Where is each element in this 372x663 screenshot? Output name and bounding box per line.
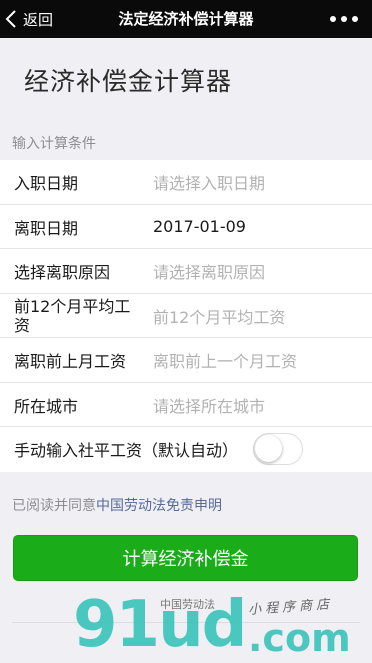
watermark-script-text: 小程序商店 — [247, 597, 334, 618]
more-dot-icon — [352, 16, 358, 22]
city-row[interactable]: 所在城市 请选择所在城市 — [0, 383, 372, 427]
leave-date-row[interactable]: 离职日期 2017-01-09 — [0, 205, 372, 249]
last-salary-input[interactable]: 离职前上一个月工资 — [153, 338, 297, 382]
leave-reason-row[interactable]: 选择离职原因 请选择离职原因 — [0, 249, 372, 294]
avg-salary-label: 前12个月平均工资 — [14, 296, 131, 335]
page-title: 经济补偿金计算器 — [24, 67, 233, 96]
disclaimer-link[interactable]: 中国劳动法免责申明 — [96, 498, 222, 514]
manual-avg-row: 手动输入社平工资（默认自动） — [0, 427, 372, 472]
chevron-left-icon — [5, 10, 16, 28]
avg-salary-input[interactable]: 前12个月平均工资 — [153, 294, 285, 338]
hire-date-row[interactable]: 入职日期 请选择入职日期 — [0, 160, 372, 205]
hire-date-label: 入职日期 — [14, 174, 79, 193]
agreement-prefix: 已阅读并同意 — [12, 498, 96, 514]
manual-avg-toggle[interactable] — [253, 433, 303, 465]
watermark-big-text: 91ud — [73, 588, 247, 662]
last-salary-row[interactable]: 离职前上月工资 离职前上一个月工资 — [0, 338, 372, 383]
back-button[interactable]: 返回 — [5, 0, 53, 38]
last-salary-label: 离职前上月工资 — [14, 352, 127, 371]
more-dot-icon — [341, 16, 347, 22]
form: 入职日期 请选择入职日期 离职日期 2017-01-09 选择离职原因 请选择离… — [0, 160, 372, 472]
city-label: 所在城市 — [14, 396, 79, 416]
divider — [12, 622, 360, 623]
leave-reason-label: 选择离职原因 — [14, 263, 111, 282]
leave-date-label: 离职日期 — [14, 218, 79, 238]
back-label: 返回 — [23, 10, 54, 29]
more-menu-button[interactable] — [330, 0, 358, 38]
city-picker[interactable]: 请选择所在城市 — [153, 383, 265, 427]
hire-date-picker[interactable]: 请选择入职日期 — [153, 160, 265, 204]
watermark-logo: 91ud 中国劳动法 小程序商店 .com — [70, 590, 370, 663]
manual-avg-label: 手动输入社平工资（默认自动） — [14, 441, 239, 460]
leave-date-picker[interactable]: 2017-01-09 — [153, 205, 246, 249]
watermark-small-text: 中国劳动法 — [160, 598, 215, 611]
agreement-text: 已阅读并同意中国劳动法免责申明 — [12, 495, 222, 515]
toggle-knob — [255, 435, 282, 462]
nav-title: 法定经济补偿计算器 — [118, 10, 254, 28]
leave-reason-picker[interactable]: 请选择离职原因 — [153, 249, 265, 293]
section-label: 输入计算条件 — [12, 136, 96, 152]
nav-bar: 返回 法定经济补偿计算器 — [0, 0, 372, 38]
avg-salary-row[interactable]: 前12个月平均工资 前12个月平均工资 — [0, 294, 372, 338]
calculate-button[interactable]: 计算经济补偿金 — [13, 535, 358, 581]
more-dot-icon — [330, 16, 336, 22]
